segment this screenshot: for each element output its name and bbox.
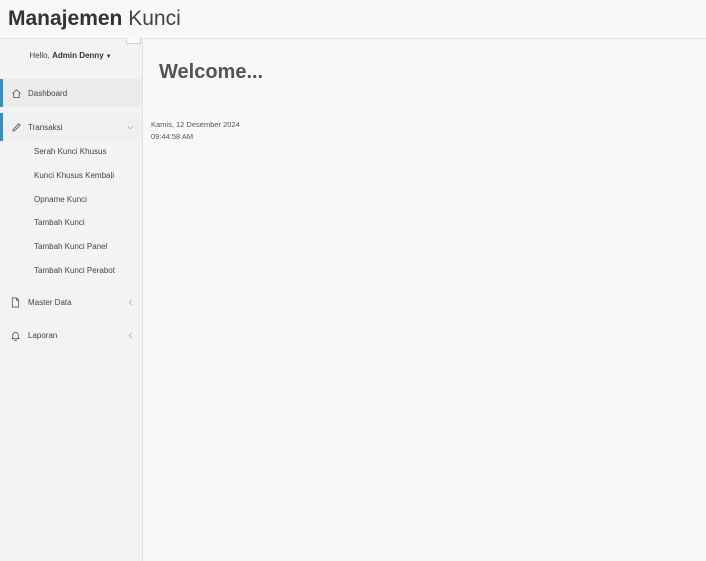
- sidebar: Hello, Admin Denny ▼ Dashboard Transaksi …: [0, 38, 143, 561]
- top-header: Manajemen Kunci: [0, 0, 706, 39]
- submenu-tambah-kunci-panel[interactable]: Tambah Kunci Panel: [34, 242, 107, 251]
- submenu-serah-kunci-khusus[interactable]: Serah Kunci Khusus: [34, 147, 107, 156]
- submenu-opname-kunci[interactable]: Opname Kunci: [34, 195, 87, 204]
- submenu-tambah-kunci-perabot[interactable]: Tambah Kunci Perabot: [34, 266, 115, 275]
- sidebar-item-transaksi[interactable]: Transaksi: [0, 113, 142, 141]
- home-icon: [12, 88, 21, 98]
- current-time: 09:44:58 AM: [151, 132, 194, 141]
- caret-down-icon: ▼: [105, 54, 112, 60]
- sidebar-item-label: Transaksi: [28, 122, 63, 132]
- brand-light: Kunci: [128, 7, 181, 30]
- sidebar-item-master-data[interactable]: Master Data: [0, 288, 142, 316]
- page-title: Welcome...: [159, 61, 264, 83]
- chevron-left-icon: [128, 299, 133, 305]
- pencil-icon: [12, 122, 21, 132]
- sidebar-item-laporan[interactable]: Laporan: [0, 321, 142, 349]
- user-menu[interactable]: Hello, Admin Denny ▼: [0, 51, 141, 60]
- sidebar-item-label: Dashboard: [28, 88, 68, 98]
- sidebar-item-label: Master Data: [28, 297, 72, 307]
- brand-strong: Manajemen: [8, 7, 123, 30]
- sidebar-item-label: Laporan: [28, 330, 58, 340]
- sidebar-toggle[interactable]: [126, 38, 141, 44]
- greeting-text: Hello,: [29, 51, 50, 60]
- submenu-tambah-kunci[interactable]: Tambah Kunci: [34, 218, 85, 227]
- chevron-down-icon: [127, 125, 134, 129]
- bell-icon: [11, 331, 20, 341]
- chevron-left-icon: [128, 332, 133, 338]
- current-date: Kamis, 12 Desember 2024: [151, 120, 240, 129]
- submenu-kunci-khusus-kembali[interactable]: Kunci Khusus Kembali: [34, 171, 114, 180]
- main-content: Welcome... Kamis, 12 Desember 2024 09:44…: [143, 39, 706, 561]
- file-icon: [11, 297, 20, 307]
- sidebar-item-dashboard[interactable]: Dashboard: [0, 79, 142, 107]
- app-brand[interactable]: Manajemen Kunci: [8, 7, 181, 31]
- user-name: Admin Denny: [52, 51, 104, 60]
